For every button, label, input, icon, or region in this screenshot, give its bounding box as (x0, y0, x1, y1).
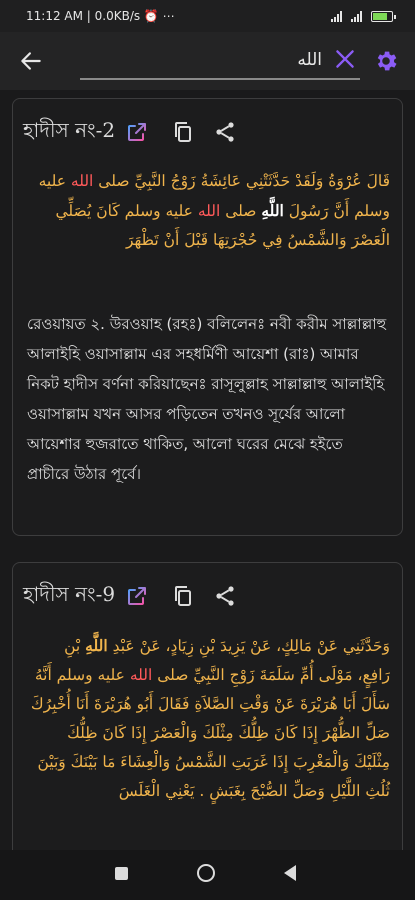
hadith-card: হাদীস নং-9 وَحَدَّثَنِي عَنْ مَالِكٍ، عَ… (12, 562, 403, 850)
hadith-number: হাদীস নং-2 (23, 117, 116, 142)
arabic-segment: وَحَدَّثَنِي عَنْ مَالِكٍ، عَنْ يَزِيدَ … (107, 637, 390, 655)
bangla-translation: রেওয়ায়ত ২. উরওয়াহ (রহঃ) বলিলেনঃ নবী ক… (27, 315, 387, 483)
share-icon[interactable] (213, 120, 237, 144)
arabic-highlight: الله (70, 172, 94, 190)
status-bar: 11:12 AM | 0.0KB/s ⏰ ⋯ (0, 0, 415, 32)
arabic-highlight: الله (197, 202, 221, 220)
gear-icon[interactable] (373, 48, 399, 74)
arabic-segment: عليه وسلم أَنَّهُ سَأَلَ أَبَا هُرَيْرَة… (30, 666, 390, 800)
hadith-number: হাদীস নং-9 (23, 581, 116, 606)
arabic-highlight: الله (129, 666, 153, 684)
home-button[interactable] (197, 864, 215, 882)
signal-icon (331, 10, 345, 22)
system-nav-bar (0, 850, 415, 900)
arabic-highlight: اللَّهِ (85, 636, 108, 655)
arabic-segment: صلى (220, 202, 262, 220)
arabic-text: وَحَدَّثَنِي عَنْ مَالِكٍ، عَنْ يَزِيدَ … (27, 631, 390, 806)
search-input[interactable] (80, 46, 324, 74)
open-external-icon[interactable] (125, 584, 149, 608)
back-button[interactable] (284, 865, 296, 881)
status-time: 11:12 AM | 0.0KB/s ⏰ ⋯ (26, 9, 175, 23)
copy-icon[interactable] (171, 120, 195, 144)
card-header: হাদীস নং-2 (23, 115, 237, 149)
signal-icon-2 (351, 10, 365, 22)
arabic-highlight: اللَّهِ (261, 201, 284, 220)
arabic-segment: قَالَ عُرْوَةُ وَلَقَدْ حَدَّثَتْنِي عَا… (93, 172, 390, 190)
results-list: হাদীস নং-2 قَالَ عُرْوَةُ وَلَقَدْ حَدَّ… (0, 90, 415, 850)
open-external-icon[interactable] (125, 120, 149, 144)
battery-icon (371, 10, 396, 22)
back-arrow-icon[interactable] (18, 48, 44, 74)
recents-button[interactable] (115, 867, 128, 880)
card-header: হাদীস নং-9 (23, 579, 237, 613)
share-icon[interactable] (213, 584, 237, 608)
arabic-text: قَالَ عُرْوَةُ وَلَقَدْ حَدَّثَتْنِي عَا… (27, 167, 390, 255)
hadith-card: হাদীস নং-2 قَالَ عُرْوَةُ وَلَقَدْ حَدَّ… (12, 98, 403, 536)
close-icon[interactable] (332, 46, 358, 72)
app-bar (0, 32, 415, 90)
copy-icon[interactable] (171, 584, 195, 608)
search-field (80, 42, 360, 80)
status-icons (331, 8, 396, 24)
